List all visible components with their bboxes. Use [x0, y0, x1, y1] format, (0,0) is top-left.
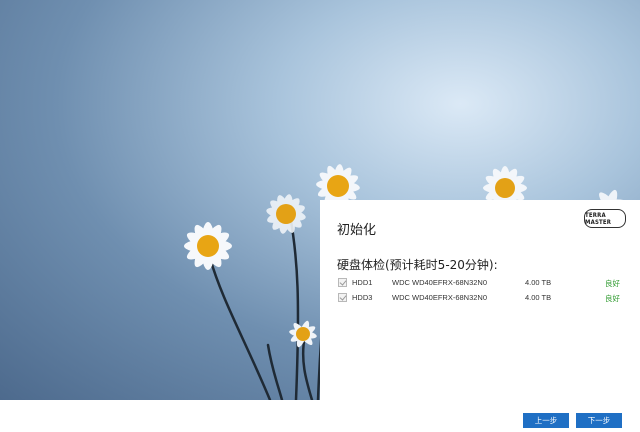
logo-text: TERRA MASTER — [585, 211, 612, 226]
disk-size: 4.00 TB — [525, 278, 552, 287]
disk-name: HDD1 — [352, 278, 373, 287]
disk-checkbox[interactable] — [338, 293, 347, 302]
init-panel: 初始化 TERRA MASTER 硬盘体检(预计耗时5-20分钟): HDD1 … — [320, 200, 640, 400]
disk-name: HDD3 — [352, 293, 373, 302]
next-step-button[interactable]: 下一步 — [576, 413, 622, 428]
terramaster-logo: TERRA MASTER — [584, 209, 626, 228]
disk-row: HDD3 WDC WD40EFRX-68N32N0 4.00 TB 良好 — [337, 292, 627, 306]
disk-checkbox[interactable] — [338, 278, 347, 287]
previous-step-button[interactable]: 上一步 — [523, 413, 569, 428]
disk-size: 4.00 TB — [525, 293, 552, 302]
panel-title: 初始化 — [337, 223, 377, 238]
disk-check-heading: 硬盘体检(预计耗时5-20分钟): — [337, 258, 498, 272]
disk-model: WDC WD40EFRX-68N32N0 — [392, 293, 488, 302]
disk-row: HDD1 WDC WD40EFRX-68N32N0 4.00 TB 良好 — [337, 277, 627, 291]
disk-model: WDC WD40EFRX-68N32N0 — [392, 278, 488, 287]
disk-status: 良好 — [605, 279, 620, 288]
disk-status: 良好 — [605, 294, 620, 303]
